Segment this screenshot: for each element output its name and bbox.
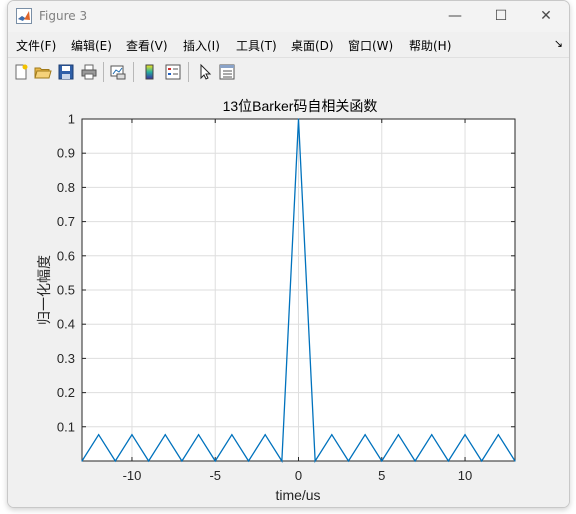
menu-desktop[interactable]: 桌面(D) [291,37,334,54]
figure-canvas: -10 -5 0 5 10 0.1 0.2 0.3 0.4 0.5 0.6 0.7 0.8 0.9 1 13… [8,86,569,507]
data-point [414,460,416,462]
pointer-icon[interactable] [196,63,214,81]
save-icon[interactable] [57,63,75,81]
matlab-logo-icon [16,8,32,24]
chart-title: 13位Barker码自相关函数 [223,98,378,114]
menu-window[interactable]: 窗口(W) [348,37,393,54]
data-point [164,434,166,436]
figure-window: Figure 3 — ☐ ✕ 文件(F) 编辑(E) 查看(V) 插入(I) 工… [7,0,570,508]
y-tick-label: 0.3 [57,351,75,366]
data-point [81,460,83,462]
menu-file[interactable]: 文件(F) [16,37,56,54]
y-tick-label: 0.4 [57,317,75,332]
y-tick-label: 0.7 [57,214,75,229]
close-button[interactable]: ✕ [523,1,569,32]
print-icon[interactable] [80,63,98,81]
insert-colorbar-icon[interactable] [141,63,159,81]
data-point [447,460,449,462]
data-point [514,460,516,462]
data-point [297,118,300,120]
data-point [314,460,316,462]
y-tick-label: 0.5 [57,283,75,298]
link-plot-icon[interactable] [109,63,127,81]
data-point [247,460,250,462]
y-tick-label: 0.2 [57,385,75,400]
data-point [381,460,383,462]
menu-insert[interactable]: 插入(I) [183,37,220,54]
chart[interactable]: -10 -5 0 5 10 0.1 0.2 0.3 0.4 0.5 0.6 0.7 0.8 0.9 1 13… [8,86,569,507]
title-bar: Figure 3 — ☐ ✕ [8,1,569,32]
toolbar-separator [133,62,134,82]
new-figure-icon[interactable] [12,63,30,81]
menu-tools[interactable]: 工具(T) [236,37,277,54]
menu-help[interactable]: 帮助(H) [409,37,451,54]
data-point [464,434,466,436]
y-tick-label: 0.9 [57,146,75,161]
open-file-icon[interactable] [34,63,52,81]
data-point [148,460,150,462]
data-point [114,460,116,462]
insert-legend-icon[interactable] [164,63,182,81]
data-point [497,434,499,436]
toolbar [8,57,569,87]
x-tick-label: -10 [123,468,142,483]
y-axis-label: 归一化幅度 [36,255,52,325]
data-point [231,434,233,436]
menu-edit[interactable]: 编辑(E) [71,37,112,54]
y-tick-label: 0.6 [57,248,75,263]
menu-view[interactable]: 查看(V) [126,37,168,54]
menubar-overflow-icon[interactable]: ↘ [554,37,563,50]
data-point [264,434,266,436]
x-axis-label: time/us [275,487,320,503]
x-tick-label: 5 [378,468,385,483]
data-point [347,460,350,462]
data-point [214,460,216,462]
data-point [431,434,433,436]
data-point [131,434,133,436]
toolbar-separator [103,62,104,82]
property-editor-icon[interactable] [218,63,236,81]
data-point [181,460,183,462]
window-title: Figure 3 [39,9,88,23]
x-tick-label: 0 [295,468,302,483]
minimize-button[interactable]: — [432,1,478,32]
y-tick-label: 1 [68,112,75,127]
data-point [481,460,483,462]
data-point [331,434,333,436]
data-point [364,434,366,436]
menu-bar: 文件(F) 编辑(E) 查看(V) 插入(I) 工具(T) 桌面(D) 窗口(W… [8,32,569,56]
y-tick-label: 0.1 [57,419,75,434]
maximize-button[interactable]: ☐ [478,1,524,32]
x-tick-label: 10 [458,468,472,483]
data-point [397,434,400,436]
y-tick-label: 0.8 [57,180,75,195]
toolbar-separator [188,62,189,82]
x-tick-label: -5 [209,468,221,483]
data-point [281,460,283,462]
data-point [197,434,200,436]
data-point [98,434,100,436]
